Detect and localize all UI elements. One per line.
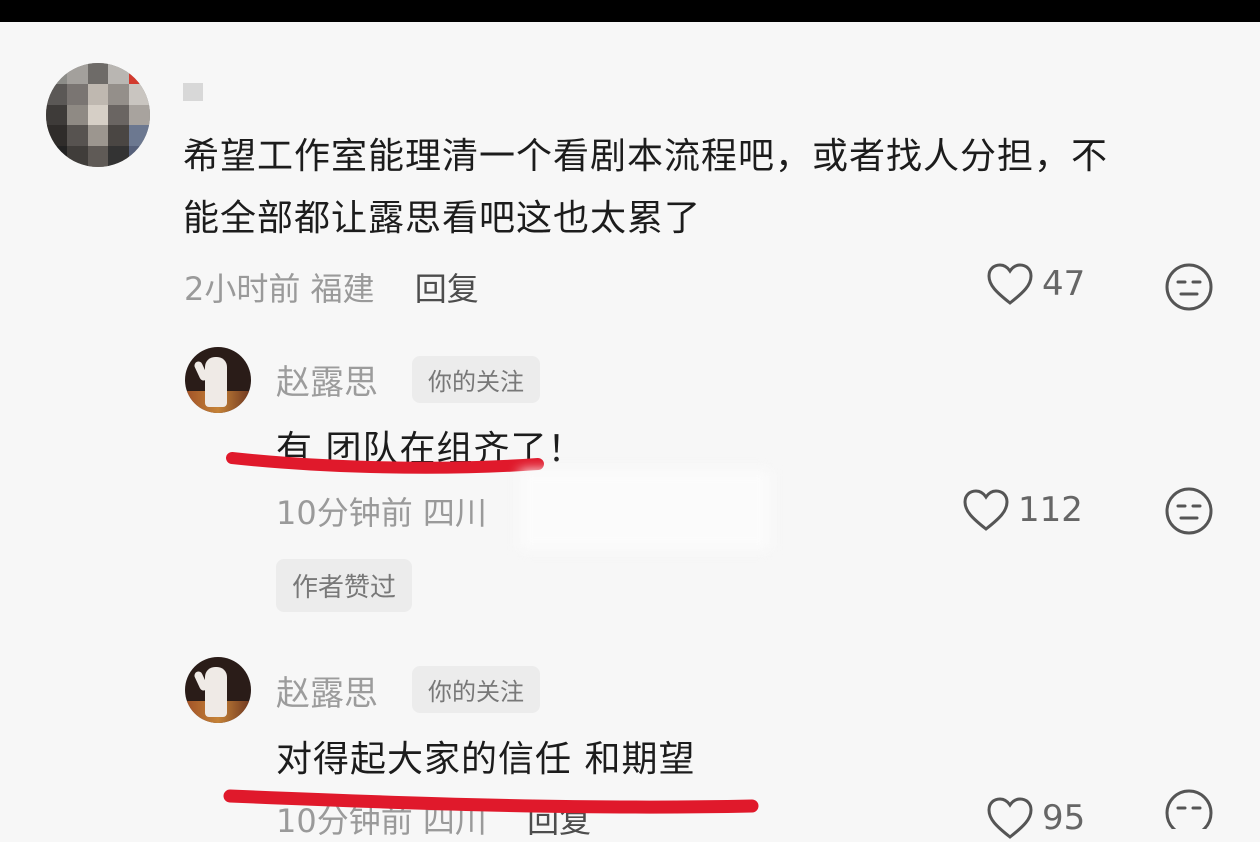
comment-location: 福建 — [310, 270, 375, 308]
comment-like-button[interactable]: 47 — [986, 262, 1085, 306]
heart-icon — [963, 489, 1009, 531]
reply-like-count: 95 — [1042, 798, 1086, 838]
following-tag: 你的关注 — [412, 666, 540, 713]
reply-like-button[interactable]: 95 — [986, 796, 1085, 840]
dislike-face-icon — [1165, 263, 1213, 311]
red-underline-annotation — [223, 789, 759, 814]
commenter-avatar[interactable] — [46, 63, 150, 167]
reply-location: 四川 — [422, 494, 487, 532]
comment-reply-button[interactable]: 回复 — [415, 270, 479, 308]
reply-meta: 10分钟前 四川 — [276, 488, 487, 534]
reply-dislike-button[interactable] — [1164, 788, 1214, 837]
dislike-face-icon — [1165, 487, 1213, 535]
reply-author-name[interactable]: 赵露思 — [276, 355, 378, 404]
comment-like-count: 47 — [1042, 264, 1086, 304]
reply-time: 10分钟前 — [276, 494, 413, 532]
dislike-face-icon — [1165, 789, 1213, 837]
top-status-bar — [0, 0, 1260, 22]
comment-text-line-2: 能全部都让露思看吧这也太累了 — [183, 198, 702, 239]
commenter-username[interactable] — [183, 83, 203, 101]
reply-like-count: 112 — [1018, 490, 1083, 530]
reply-avatar[interactable] — [185, 657, 251, 723]
comment-dislike-button[interactable] — [1164, 262, 1214, 316]
comment-time: 2小时前 — [184, 270, 301, 308]
blurred-area — [520, 470, 770, 550]
reply-avatar[interactable] — [185, 347, 251, 413]
red-underline-annotation — [226, 452, 544, 474]
comment-text: 希望工作室能理清一个看剧本流程吧，或者找人分担，不 能全部都让露思看吧这也太累了 — [183, 126, 1108, 250]
reply-text: 对得起大家的信任 和期望 — [276, 739, 696, 780]
reply-dislike-button[interactable] — [1164, 486, 1214, 540]
comment-text-line-1: 希望工作室能理清一个看剧本流程吧，或者找人分担，不 — [183, 136, 1109, 177]
heart-icon — [987, 263, 1033, 305]
comment-meta: 2小时前 福建 回复 — [184, 264, 479, 310]
author-liked-badge: 作者赞过 — [276, 559, 413, 612]
heart-icon — [987, 797, 1033, 839]
reply-like-button[interactable]: 112 — [962, 488, 1083, 532]
reply-author-name[interactable]: 赵露思 — [276, 666, 378, 715]
following-tag: 你的关注 — [412, 356, 540, 403]
